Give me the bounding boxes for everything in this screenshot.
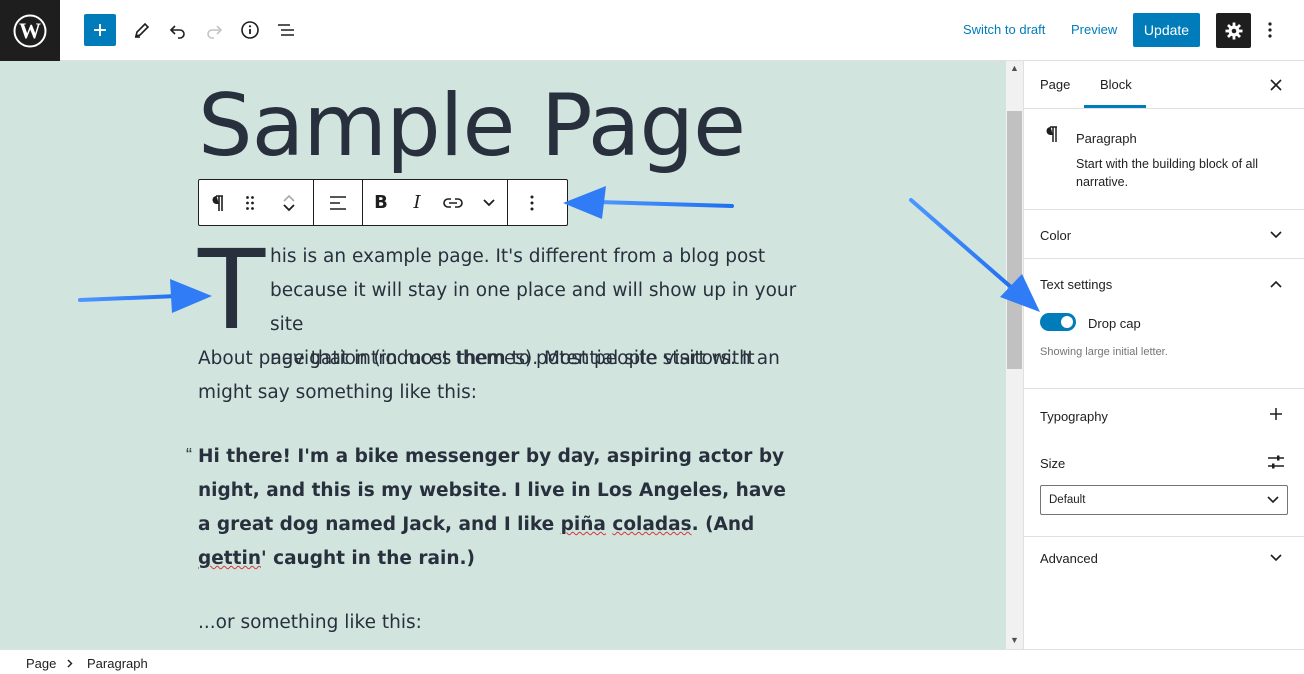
chevron-down-icon — [483, 198, 495, 206]
link-icon — [443, 197, 463, 208]
close-sidebar-button[interactable] — [1266, 73, 1286, 97]
edit-tool-button[interactable] — [126, 14, 158, 46]
preview-button[interactable]: Preview — [1071, 22, 1117, 37]
chevron-right-icon — [67, 659, 73, 668]
sidebar-tabs: Page Block — [1024, 61, 1304, 109]
panel-title[interactable]: Text settings — [1040, 277, 1112, 292]
paragraph-icon — [212, 194, 223, 211]
block-options-button[interactable] — [508, 180, 556, 225]
block-card: Paragraph Start with the building block … — [1024, 109, 1304, 210]
size-select-value: Default — [1049, 494, 1086, 506]
plus-icon — [1270, 408, 1282, 420]
block-toolbar-group-mover — [199, 180, 314, 225]
chevron-down-icon[interactable] — [1266, 548, 1286, 568]
block-toolbar-group-format: B I — [363, 180, 508, 225]
block-toolbar-group-align — [314, 180, 363, 225]
spellcheck-word: coladas — [612, 514, 692, 535]
drop-cap-label[interactable]: Drop cap — [1088, 316, 1141, 331]
undo-button[interactable] — [162, 14, 194, 46]
quote-mark: “ — [186, 445, 192, 465]
chevron-up-icon[interactable] — [282, 193, 296, 203]
quote-text: ' caught in the rain.) — [261, 548, 475, 569]
svg-text:W: W — [19, 18, 41, 43]
block-toolbar: B I — [198, 179, 568, 226]
panel-color[interactable]: Color — [1024, 210, 1304, 259]
drag-handle[interactable] — [235, 180, 265, 225]
switch-to-draft-button[interactable]: Switch to draft — [963, 22, 1045, 37]
drop-cap-toggle[interactable] — [1040, 313, 1076, 331]
settings-sidebar: Page Block Paragraph Start with the buil… — [1024, 61, 1304, 649]
paragraph-block-button[interactable] — [199, 180, 235, 225]
page-title[interactable]: Sample Page — [198, 77, 746, 176]
italic-button[interactable]: I — [399, 180, 435, 225]
panel-title: Typography — [1040, 409, 1108, 424]
top-toolbar: W Switch to draft Preview Update — [0, 0, 1304, 61]
info-icon — [241, 21, 259, 39]
tab-page[interactable]: Page — [1040, 77, 1070, 92]
settings-button[interactable] — [1216, 13, 1251, 48]
drop-cap-help: Showing large initial letter. — [1040, 346, 1168, 358]
size-label: Size — [1040, 456, 1066, 471]
toggle-knob — [1061, 316, 1073, 328]
paragraph-rest[interactable]: About page that introduces them to poten… — [198, 342, 798, 410]
spellcheck-word: gettin — [198, 548, 261, 569]
move-block-buttons — [265, 180, 313, 225]
breadcrumb-item-paragraph[interactable]: Paragraph — [87, 656, 148, 671]
details-button[interactable] — [234, 14, 266, 46]
paragraph-line: because it will stay in one place and wi… — [270, 280, 797, 335]
paragraph-icon — [1044, 125, 1058, 149]
paragraph-second[interactable]: ...or something like this: — [198, 606, 808, 640]
chevron-up-icon[interactable] — [1266, 274, 1286, 294]
pullquote-text[interactable]: Hi there! I'm a bike messenger by day, a… — [198, 440, 798, 576]
tab-block[interactable]: Block — [1100, 77, 1132, 92]
add-typography-option-button[interactable] — [1266, 404, 1286, 424]
size-select[interactable]: Default — [1040, 485, 1288, 515]
scroll-down-icon[interactable]: ▼ — [1010, 635, 1019, 645]
list-view-icon — [278, 24, 294, 36]
scroll-thumb[interactable] — [1007, 111, 1022, 369]
close-icon — [1270, 79, 1282, 91]
panel-advanced[interactable]: Advanced — [1024, 537, 1304, 587]
more-formats-button[interactable] — [471, 180, 507, 225]
align-button[interactable] — [314, 180, 362, 225]
scroll-up-icon[interactable]: ▲ — [1010, 63, 1019, 73]
breadcrumb-item-page[interactable]: Page — [26, 656, 56, 671]
redo-button[interactable] — [198, 14, 230, 46]
bold-button[interactable]: B — [363, 180, 399, 225]
plus-icon — [94, 24, 106, 36]
active-tab-indicator — [1084, 105, 1146, 108]
drop-cap-letter: T — [198, 226, 266, 354]
paragraph-line: his is an example page. It's different f… — [270, 246, 766, 267]
block-toolbar-group-options — [508, 180, 556, 225]
add-block-button[interactable] — [84, 14, 116, 46]
chevron-down-icon — [1267, 496, 1279, 504]
gear-icon — [1225, 22, 1242, 39]
panel-title: Advanced — [1040, 551, 1098, 566]
canvas-scrollbar[interactable]: ▲ ▼ — [1006, 61, 1023, 649]
quote-text: . (And — [691, 514, 755, 535]
sliders-icon — [1268, 455, 1284, 469]
update-button[interactable]: Update — [1133, 13, 1200, 47]
panel-title: Color — [1040, 228, 1072, 243]
block-card-title: Paragraph — [1076, 131, 1137, 146]
chevron-down-icon[interactable] — [1266, 225, 1286, 245]
size-options-button[interactable] — [1266, 452, 1286, 472]
editor-canvas[interactable]: Sample Page B I T his is an example page… — [0, 61, 1006, 649]
drag-handle-icon — [246, 195, 254, 210]
link-button[interactable] — [435, 180, 471, 225]
pencil-icon — [134, 22, 150, 38]
options-button[interactable] — [1258, 14, 1282, 46]
chevron-down-icon[interactable] — [282, 203, 296, 213]
more-vertical-icon — [1268, 22, 1272, 38]
list-view-button[interactable] — [270, 14, 302, 46]
align-left-icon — [330, 195, 346, 210]
redo-icon — [207, 25, 223, 39]
spellcheck-word: piña — [560, 514, 606, 535]
block-card-description: Start with the building block of all nar… — [1076, 157, 1259, 189]
breadcrumb: Page Paragraph — [0, 649, 1304, 674]
more-vertical-icon — [530, 195, 534, 210]
wordpress-logo-icon[interactable]: W — [0, 0, 60, 61]
undo-icon — [169, 25, 185, 39]
